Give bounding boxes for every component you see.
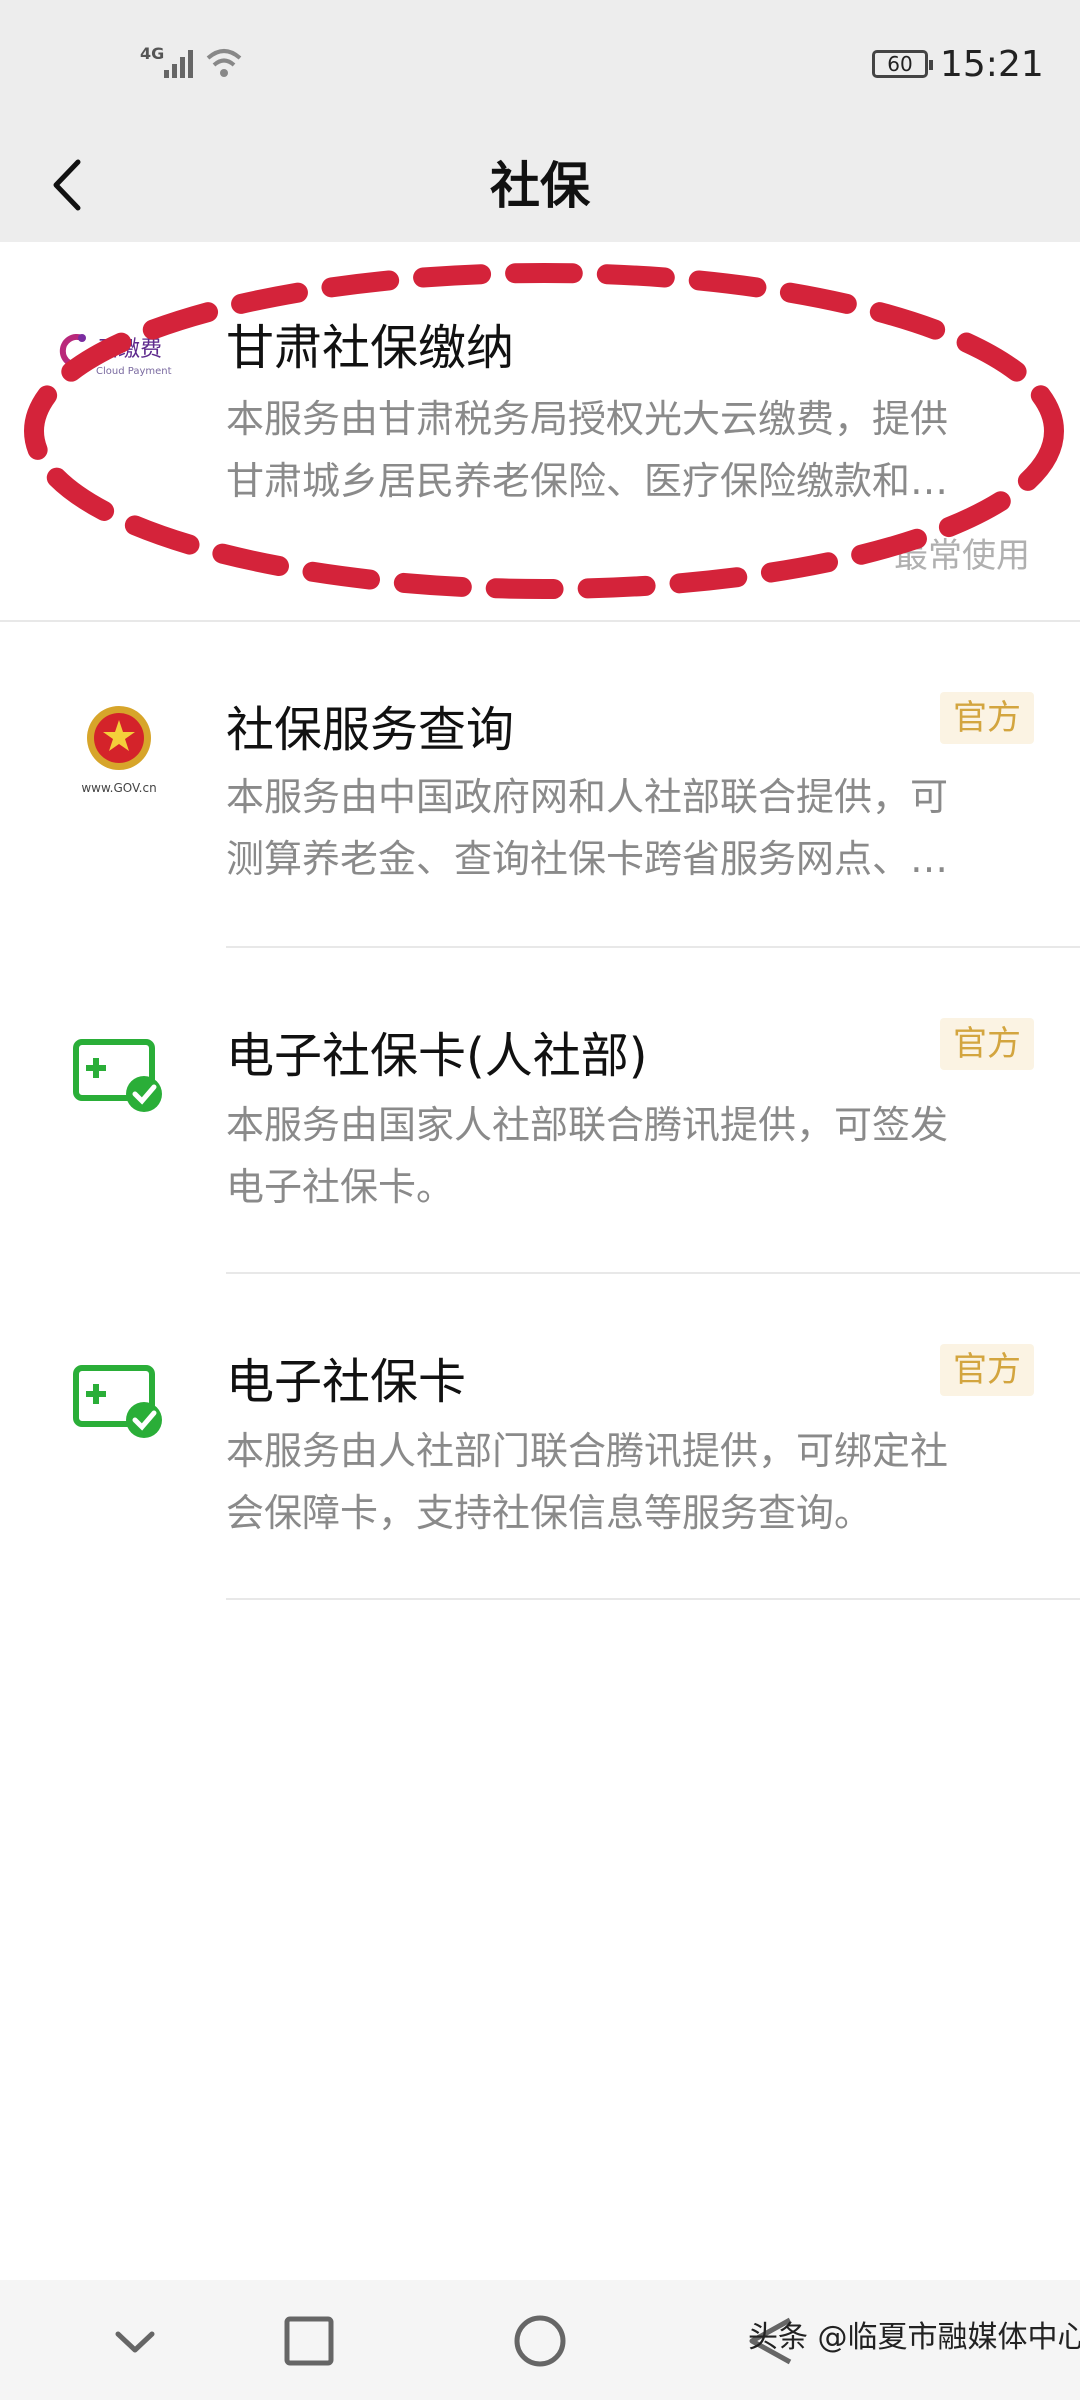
most-used-label: 最常使用 [894,536,1030,576]
description-line: 本服务由人社部门联合腾讯提供，可绑定社 [226,1429,949,1473]
service-item-query[interactable]: www.GOV.cn 社保服务查询 官方 本服务由中国政府网和人社部联合提供，可… [0,622,1080,948]
official-badge: 官方 [940,1344,1034,1396]
service-title: 电子社保卡(人社部) [226,1028,648,1084]
description-line: 电子社保卡。 [226,1165,455,1209]
watermark-text: 头条 @临夏市融媒体中心 [748,2320,1080,2355]
navigation-bar: 社保 [0,130,1080,242]
home-icon[interactable] [505,2306,575,2376]
battery-icon: 60 [872,50,933,78]
service-item-e-card[interactable]: 电子社保卡 官方 本服务由人社部门联合腾讯提供，可绑定社 会保障卡，支持社保信息… [0,1274,1080,1600]
service-description: 本服务由甘肃税务局授权光大云缴费，提供 甘肃城乡居民养老保险、医疗保险缴款和… [226,388,1036,512]
social-security-card-icon [70,1032,180,1142]
logo-text: 云缴费 [96,337,162,362]
national-emblem-icon: www.GOV.cn [64,694,174,804]
description-line: 本服务由甘肃税务局授权光大云缴费，提供 [226,397,949,441]
collapse-down-icon[interactable] [100,2306,170,2376]
status-bar: 4G 60 15:21 [0,0,1080,130]
description-line: 测算养老金、查询社保卡跨省服务网点、… [226,837,949,881]
description-line: 会保障卡，支持社保信息等服务查询。 [226,1491,873,1535]
logo-subtext: Cloud Payment [96,366,172,377]
service-title: 甘肃社保缴纳 [226,320,515,376]
description-line: 本服务由国家人社部联合腾讯提供，可签发 [226,1103,949,1147]
cloud-payment-logo-icon: 云缴费 Cloud Payment [56,316,186,426]
official-badge: 官方 [940,1018,1034,1070]
social-security-card-icon [70,1358,180,1468]
service-title: 电子社保卡 [226,1354,467,1410]
clock: 15:21 [940,44,1044,85]
service-description: 本服务由人社部门联合腾讯提供，可绑定社 会保障卡，支持社保信息等服务查询。 [226,1420,1036,1544]
gov-url-text: www.GOV.cn [81,781,156,795]
service-description: 本服务由中国政府网和人社部联合提供，可 测算养老金、查询社保卡跨省服务网点、… [226,766,1036,890]
signal-icon [164,50,193,78]
description-line: 甘肃城乡居民养老保险、医疗保险缴款和… [226,459,949,503]
service-title: 社保服务查询 [226,702,515,758]
service-description: 本服务由国家人社部联合腾讯提供，可签发 电子社保卡。 [226,1094,1036,1218]
description-line: 本服务由中国政府网和人社部联合提供，可 [226,775,949,819]
service-item-gansu-payment[interactable]: 云缴费 Cloud Payment 甘肃社保缴纳 本服务由甘肃税务局授权光大云缴… [0,242,1080,620]
recent-apps-icon[interactable] [274,2306,344,2376]
wifi-icon [206,49,242,77]
page-title: 社保 [490,157,590,215]
official-badge: 官方 [940,692,1034,744]
divider [226,1598,1080,1600]
service-item-e-card-mohrss[interactable]: 电子社保卡(人社部) 官方 本服务由国家人社部联合腾讯提供，可签发 电子社保卡。 [0,948,1080,1274]
